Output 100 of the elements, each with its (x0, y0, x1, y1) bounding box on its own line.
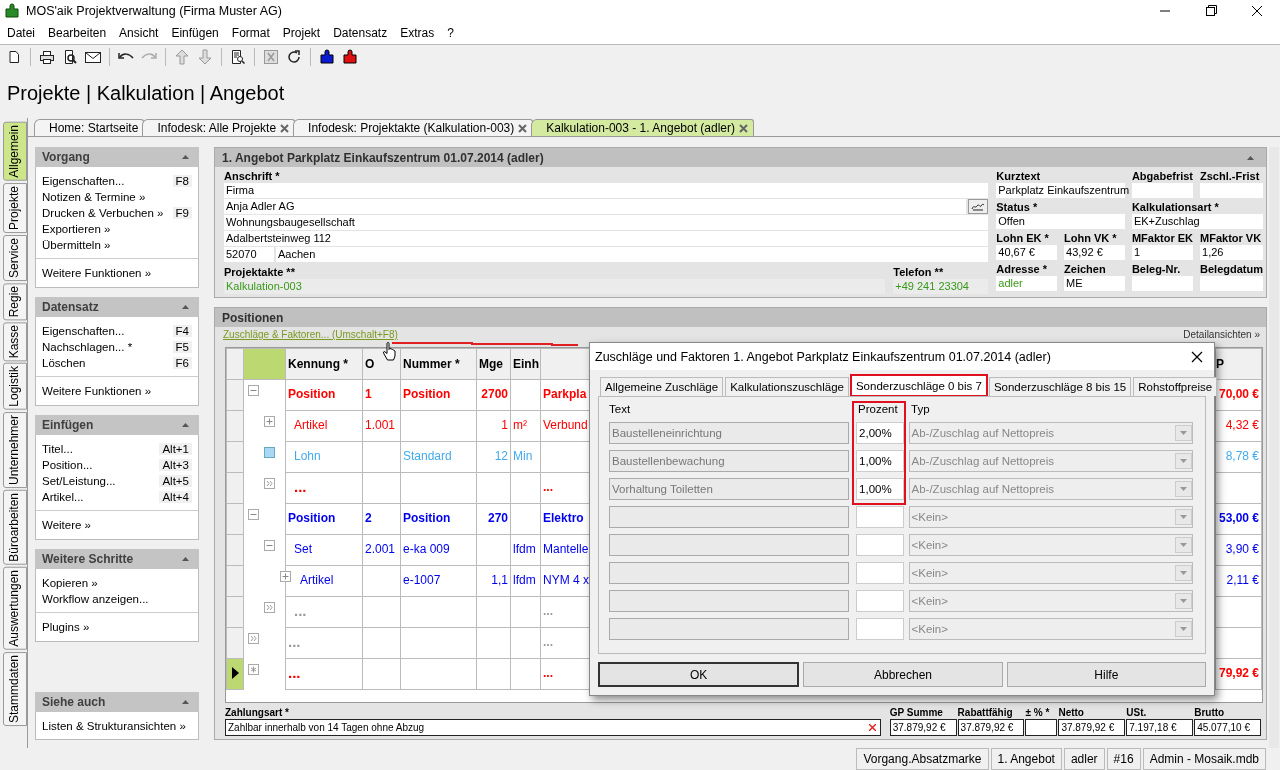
input-field[interactable]: ME (1064, 276, 1125, 291)
squiggle-icon[interactable] (968, 199, 989, 214)
input-field[interactable] (1131, 276, 1194, 291)
column-header[interactable]: Kennung * (285, 348, 363, 380)
payment-field[interactable]: Zahlbar innerhalb von 14 Tagen ohne Abzug (225, 719, 881, 736)
close-icon[interactable] (739, 123, 748, 133)
task-link[interactable]: Notizen & Termine » (42, 191, 146, 203)
input-field[interactable]: EK+Zuschlag (1131, 214, 1263, 229)
tree-toggle-icon[interactable] (264, 415, 275, 427)
side-tab[interactable]: Büroarbeiten (3, 490, 27, 565)
task-link[interactable]: Löschen (42, 357, 86, 369)
puzzle-icon[interactable] (340, 46, 360, 67)
task-link[interactable]: Exportieren » (42, 223, 111, 235)
text-field[interactable]: Vorhaltung Toiletten (609, 478, 850, 500)
percent-field[interactable] (856, 618, 904, 640)
text-field[interactable] (609, 506, 850, 528)
task-link[interactable]: Weitere » (42, 519, 91, 531)
dialog-button[interactable]: Abbrechen (803, 662, 1003, 687)
dialog-tab[interactable]: Sonderzuschläge 8 bis 15 (988, 377, 1132, 396)
row-header[interactable] (226, 658, 244, 690)
text-field[interactable] (609, 534, 850, 556)
menu-item[interactable]: Format (224, 26, 276, 40)
text-field[interactable] (609, 562, 850, 584)
percent-field[interactable] (856, 534, 904, 556)
column-header[interactable]: Einh (510, 348, 541, 380)
city-field[interactable]: Aachen (276, 247, 989, 262)
document-tab[interactable]: Home: Startseite (34, 119, 145, 136)
task-link[interactable]: Eigenschaften... (42, 325, 125, 337)
double-chevron-icon[interactable] (264, 601, 275, 613)
details-link[interactable]: Detailansichten » (1183, 329, 1260, 340)
task-link[interactable]: Eigenschaften... (42, 175, 125, 187)
document-tab[interactable]: Infodesk: Projektakte (Kalkulation-003) (293, 119, 534, 136)
percent-field[interactable] (856, 506, 904, 528)
input-field[interactable]: 40,67 € (996, 245, 1058, 260)
menu-item[interactable]: Projekt (275, 26, 327, 40)
address-field[interactable]: Adalbertsteinweg 112 (224, 231, 989, 246)
text-field[interactable] (609, 590, 850, 612)
side-tab[interactable]: Unternehmer (3, 412, 27, 489)
dialog-tab[interactable]: Kalkulationszuschläge (725, 377, 849, 396)
task-link[interactable]: Position... (42, 459, 93, 471)
menu-item[interactable]: Ansicht (112, 26, 165, 40)
close-button[interactable] (1190, 349, 1204, 364)
panel-header[interactable]: Siehe auch (35, 692, 199, 712)
task-link[interactable]: Set/Leistung... (42, 475, 116, 487)
dialog-button[interactable]: Hilfe (1006, 662, 1206, 687)
dialog-tab[interactable]: Allgemeine Zuschläge (600, 377, 724, 396)
percent-field[interactable] (856, 562, 904, 584)
double-chevron-icon[interactable] (248, 632, 259, 644)
task-link[interactable]: Übermitteln » (42, 239, 111, 251)
zip-field[interactable]: 52070 (224, 247, 274, 262)
puzzle-icon[interactable] (317, 46, 337, 67)
percent-field[interactable]: 1,00% (856, 478, 904, 500)
column-header[interactable]: P (1215, 348, 1262, 380)
task-link[interactable]: Weitere Funktionen » (42, 267, 152, 279)
percent-field[interactable]: 2,00% (856, 422, 904, 444)
panel-header[interactable]: Positionen (215, 308, 1266, 327)
clear-icon[interactable] (868, 724, 876, 731)
task-link[interactable]: Kopieren » (42, 577, 98, 589)
task-link[interactable]: Weitere Funktionen » (42, 385, 152, 397)
task-link[interactable]: Titel... (42, 443, 73, 455)
input-field[interactable]: Offen (996, 214, 1125, 229)
tree-toggle-icon[interactable] (264, 539, 275, 551)
dialog-button[interactable]: OK (598, 662, 800, 687)
menu-item[interactable]: Datei (0, 26, 41, 40)
input-field[interactable]: 1,26 (1200, 245, 1263, 260)
address-field[interactable]: Wohnungsbaugesellschaft (224, 215, 989, 230)
dialog-tab[interactable]: Rohstoffpreise (1133, 377, 1218, 396)
input-field[interactable]: adler (996, 276, 1058, 291)
side-tab[interactable]: Logistik (3, 363, 27, 411)
tree-toggle-icon[interactable] (248, 508, 259, 520)
menu-item[interactable]: Datensatz (326, 26, 394, 40)
text-field[interactable]: Baustellenbewachung (609, 450, 850, 472)
input-field[interactable]: 43,92 € (1064, 245, 1125, 260)
panel-header[interactable]: Datensatz (35, 297, 199, 317)
task-link[interactable]: Plugins » (42, 621, 90, 633)
column-header[interactable]: Mge (476, 348, 511, 380)
panel-header[interactable]: 1. Angebot Parkplatz Einkaufszentrum 01.07.2014 (adler) (215, 148, 1266, 167)
task-link[interactable]: Artikel... (42, 491, 84, 503)
input-field[interactable] (1131, 183, 1194, 198)
percent-field[interactable] (856, 590, 904, 612)
document-tab[interactable]: Kalkulation-003 - 1. Angebot (adler) (531, 119, 754, 136)
tree-toggle-icon[interactable] (248, 385, 259, 396)
close-icon[interactable] (280, 123, 290, 133)
input-field[interactable]: 1 (1131, 245, 1194, 260)
column-header[interactable]: Nummer * (400, 348, 477, 380)
text-field[interactable]: Baustelleneinrichtung (609, 422, 850, 444)
input-field[interactable] (1200, 183, 1263, 198)
close-icon[interactable] (518, 123, 528, 133)
input-field[interactable] (1200, 276, 1263, 291)
menu-item[interactable]: Extras (393, 26, 441, 40)
side-tab[interactable]: Kasse (3, 322, 27, 362)
double-chevron-icon[interactable] (264, 477, 275, 489)
task-link[interactable]: Drucken & Verbuchen » (42, 207, 164, 219)
panel-header[interactable]: Einfügen (35, 415, 199, 435)
panel-header[interactable]: Weitere Schritte (35, 549, 199, 569)
side-tab[interactable]: Stammdaten (3, 651, 27, 726)
menu-item[interactable]: Einfügen (164, 26, 225, 40)
menu-item[interactable]: ? (440, 26, 460, 40)
asterisk-icon[interactable] (248, 663, 259, 675)
percent-field[interactable]: 1,00% (856, 450, 904, 472)
